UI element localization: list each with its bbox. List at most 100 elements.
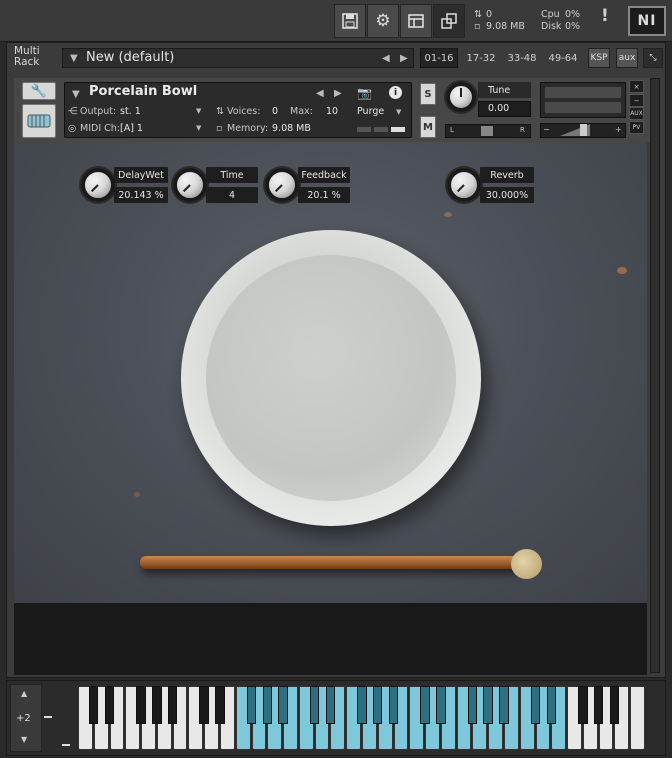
minimize-instrument-button[interactable]: − <box>629 94 644 107</box>
octave-shift-value: +2 <box>16 713 31 724</box>
black-key[interactable] <box>373 686 383 725</box>
output-value[interactable]: st. 1 <box>120 106 141 117</box>
black-key[interactable] <box>246 686 257 725</box>
pan-right-label: R <box>520 126 525 134</box>
mute-button[interactable]: M <box>420 116 436 138</box>
instrument-name[interactable]: Porcelain Bowl <box>89 84 197 99</box>
instrument-footer <box>14 603 647 675</box>
black-key[interactable] <box>578 686 588 725</box>
pan-handle[interactable] <box>481 126 493 136</box>
preset-dropdown-icon[interactable]: ▼ <box>70 53 78 64</box>
tune-knob[interactable] <box>446 82 476 112</box>
pv-button[interactable]: PV <box>629 121 644 134</box>
instrument-prev-icon[interactable]: ◀ <box>316 88 324 99</box>
aux-sends-button[interactable]: AUX <box>629 107 644 120</box>
purge-meter-1 <box>357 127 371 132</box>
black-key[interactable] <box>89 686 99 725</box>
warning-indicator[interactable]: ! <box>601 8 609 25</box>
octave-control: ▲ +2 ▼ <box>10 684 42 752</box>
instrument-menu-icon[interactable]: ▼ <box>72 89 80 100</box>
purge-meter-3 <box>391 127 405 132</box>
collapse-button[interactable]: ⤡ <box>643 48 663 68</box>
pan-left-label: L <box>450 126 454 134</box>
camera-icon[interactable]: 📷 <box>357 86 372 100</box>
meter-left <box>545 87 621 98</box>
black-key[interactable] <box>152 686 162 725</box>
voices-icon: ⇅ <box>216 106 224 117</box>
time-knob[interactable] <box>173 168 207 202</box>
max-voices-value[interactable]: 10 <box>326 106 338 117</box>
black-key[interactable] <box>467 686 478 725</box>
memory-icon: ▫ <box>216 123 223 134</box>
view-button[interactable] <box>400 4 432 38</box>
black-key[interactable] <box>199 686 209 725</box>
black-key[interactable] <box>167 686 178 725</box>
black-key[interactable] <box>388 686 399 725</box>
close-instrument-button[interactable]: × <box>629 80 644 93</box>
reverb-knob[interactable] <box>447 168 481 202</box>
volume-handle[interactable] <box>580 124 587 136</box>
reverb-value[interactable]: 30.000% <box>480 187 534 203</box>
black-key[interactable] <box>357 686 367 725</box>
delaywet-value[interactable]: 20.143 % <box>114 187 168 203</box>
output-dropdown-icon[interactable]: ▼ <box>196 107 201 115</box>
black-key[interactable] <box>593 686 604 725</box>
pitch-wheel-marker[interactable] <box>44 716 52 718</box>
info-icon[interactable]: i <box>389 86 402 99</box>
preset-prev-icon[interactable]: ◀ <box>382 53 390 64</box>
black-key[interactable] <box>420 686 430 725</box>
page-17-32[interactable]: 17-32 <box>462 48 500 68</box>
black-key[interactable] <box>136 686 146 725</box>
resize-button[interactable] <box>433 4 465 38</box>
black-key[interactable] <box>483 686 493 725</box>
time-value[interactable]: 4 <box>206 187 258 203</box>
volume-minus: − <box>543 125 550 134</box>
piano-keyboard[interactable] <box>78 686 646 750</box>
memory-readout: 9.08 MB <box>486 21 525 32</box>
black-key[interactable] <box>546 686 557 725</box>
purge-button[interactable]: Purge <box>357 106 384 117</box>
purge-dropdown-icon[interactable]: ▼ <box>396 108 401 116</box>
black-key[interactable] <box>325 686 336 725</box>
page-01-16[interactable]: 01-16 <box>420 48 458 68</box>
tune-value: 0.00 <box>488 103 510 114</box>
page-49-64[interactable]: 49-64 <box>544 48 582 68</box>
black-key[interactable] <box>215 686 225 725</box>
black-key[interactable] <box>104 686 115 725</box>
midi-dropdown-icon[interactable]: ▼ <box>196 124 201 132</box>
black-key[interactable] <box>499 686 509 725</box>
save-button[interactable] <box>334 4 366 38</box>
edit-button[interactable]: 🔧 <box>22 82 56 100</box>
octave-up-icon[interactable]: ▲ <box>21 689 27 698</box>
black-key[interactable] <box>609 686 620 725</box>
preset-next-icon[interactable]: ▶ <box>400 53 408 64</box>
delaywet-knob[interactable] <box>81 168 115 202</box>
midi-channel-value[interactable]: [A] 1 <box>120 123 143 134</box>
rack-scrollbar[interactable] <box>650 78 660 673</box>
page-33-48[interactable]: 33-48 <box>503 48 541 68</box>
aux-button[interactable]: aux <box>616 48 638 68</box>
black-key[interactable] <box>309 686 320 725</box>
voices-label: Voices: <box>227 106 261 117</box>
octave-down-icon[interactable]: ▼ <box>21 735 27 744</box>
settings-button[interactable]: ⚙ <box>367 4 399 38</box>
cpu-label: Cpu <box>541 9 560 20</box>
rust-spot <box>444 212 452 217</box>
feedback-value[interactable]: 20.1 % <box>298 187 350 203</box>
gear-icon: ⚙ <box>375 11 391 31</box>
black-key[interactable] <box>262 686 273 725</box>
solo-button[interactable]: S <box>420 83 436 105</box>
black-key[interactable] <box>530 686 541 725</box>
mallet-stick-image <box>140 556 520 569</box>
instrument-next-icon[interactable]: ▶ <box>334 88 342 99</box>
white-key[interactable] <box>630 686 645 750</box>
layout-icon <box>408 14 424 28</box>
black-key[interactable] <box>278 686 288 725</box>
keyboard-view-button[interactable] <box>22 104 56 138</box>
mod-wheel-marker[interactable] <box>62 744 70 746</box>
black-key[interactable] <box>436 686 446 725</box>
feedback-knob[interactable] <box>265 168 299 202</box>
window-resize-icon <box>441 13 457 29</box>
ksp-button[interactable]: KSP <box>588 48 610 68</box>
tune-label: Tune <box>478 82 531 98</box>
